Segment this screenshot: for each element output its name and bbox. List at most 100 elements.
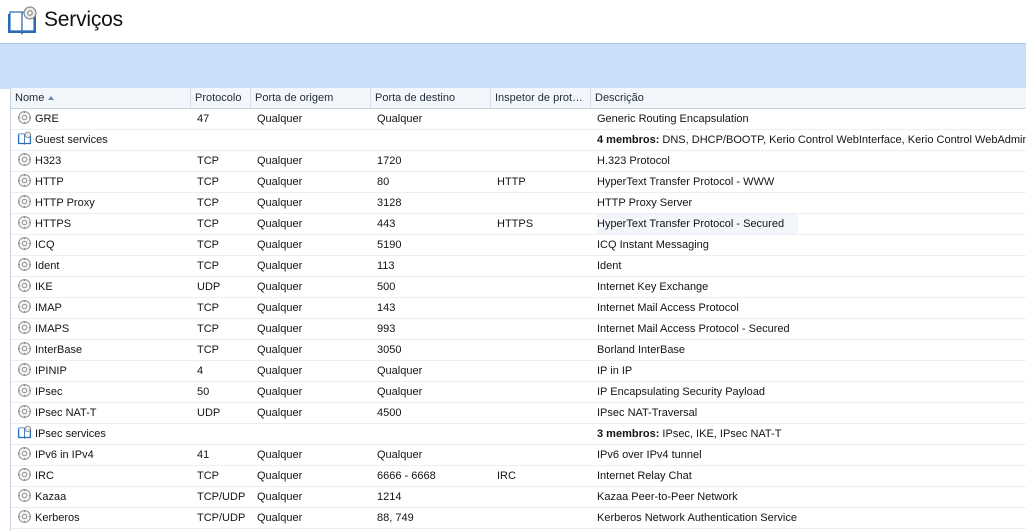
cell-name: H323 — [11, 151, 191, 171]
cell-inspector — [491, 361, 591, 381]
service-name: IPsec — [35, 386, 63, 398]
cell-protocol: TCP — [197, 302, 219, 314]
cell-dest-port: 500 — [377, 281, 396, 293]
cell-name: IPsec services — [11, 424, 191, 444]
table-row[interactable]: IPv6 in IPv4 41 Qualquer Qualquer IPv6 over … — [11, 445, 1026, 466]
cell-protocol: 47 — [197, 113, 210, 125]
cell-source-port: Qualquer — [257, 260, 303, 272]
cell-source-port: Qualquer — [257, 239, 303, 251]
table-row[interactable]: IMAP TCP Qualquer 143 Internet Mail Access P… — [11, 298, 1026, 319]
description-text: ICQ Instant Messaging — [597, 239, 709, 251]
services-table: Nome Protocolo Porta de origem Porta de … — [10, 88, 1026, 531]
table-row[interactable]: Kazaa TCP/UDP Qualquer 1214 Kazaa Peer-to-Pe… — [11, 487, 1026, 508]
table-row[interactable]: ICQ TCP Qualquer 5190 ICQ Instant Messaging — [11, 235, 1026, 256]
table-row[interactable]: IPsec 50 Qualquer Qualquer IP Encapsulating … — [11, 382, 1026, 403]
service-name: Kerberos — [35, 512, 80, 524]
table-row[interactable]: HTTP Proxy TCP Qualquer 3128 HTTP Proxy Serv… — [11, 193, 1026, 214]
table-row[interactable]: IPsec services 3 membros: IPsec, IKE, IPs… — [11, 424, 1026, 445]
description-text: IP Encapsulating Security Payload — [597, 386, 765, 398]
cell-description: IP Encapsulating Security Payload — [591, 382, 1026, 402]
service-gear-icon — [18, 510, 31, 523]
column-header-name[interactable]: Nome — [11, 88, 191, 108]
cell-inspector — [491, 277, 591, 297]
cell-inspector — [491, 193, 591, 213]
column-header-inspector[interactable]: Inspetor de prot… — [491, 88, 591, 108]
cell-description: Internet Mail Access Protocol - Secured — [591, 319, 1026, 339]
service-name: GRE — [35, 113, 59, 125]
column-header-description[interactable]: Descrição — [591, 88, 1026, 108]
column-header-source-port[interactable]: Porta de origem — [251, 88, 371, 108]
service-gear-icon — [18, 216, 31, 229]
table-row[interactable]: HTTPS TCP Qualquer 443 HTTPS HyperText Transf… — [11, 214, 1026, 235]
cell-dest-port: 1214 — [377, 491, 402, 503]
service-group-icon — [17, 131, 32, 146]
cell-dest-port: 443 — [377, 218, 396, 230]
members-count: 3 membros: — [597, 428, 660, 440]
members-count: 4 membros: — [597, 134, 660, 146]
page-title: Serviços — [44, 8, 123, 31]
service-gear-icon — [18, 447, 31, 460]
cell-description: HyperText Transfer Protocol - WWW — [591, 172, 1026, 192]
cell-dest-port: 6666 - 6668 — [377, 470, 436, 482]
cell-name: IRC — [11, 466, 191, 486]
column-header-protocol[interactable]: Protocolo — [191, 88, 251, 108]
cell-inspector — [491, 382, 591, 402]
table-row[interactable]: IRC TCP Qualquer 6666 - 6668 IRC Internet Rel… — [11, 466, 1026, 487]
cell-inspector — [491, 256, 591, 276]
table-row[interactable]: GRE 47 Qualquer Qualquer Generic Routing Enc… — [11, 109, 1026, 130]
table-row[interactable]: HTTP TCP Qualquer 80 HTTP HyperText Transfer … — [11, 172, 1026, 193]
description-text: HyperText Transfer Protocol - WWW — [597, 176, 775, 188]
service-gear-icon — [18, 195, 31, 208]
cell-inspector — [491, 403, 591, 423]
cell-name: InterBase — [11, 340, 191, 360]
service-gear-icon — [18, 111, 31, 124]
cell-protocol — [191, 130, 251, 150]
service-gear-icon — [18, 237, 31, 250]
cell-description: IP in IP — [591, 361, 1026, 381]
toolbar-area — [0, 43, 1026, 89]
cell-protocol: 4 — [197, 365, 204, 377]
service-name: IPsec services — [35, 428, 106, 440]
cell-description: 4 membros: DNS, DHCP/BOOTP, Kerio Contro… — [591, 130, 1026, 150]
cell-description: ICQ Instant Messaging — [591, 235, 1026, 255]
table-row[interactable]: IMAPS TCP Qualquer 993 Internet Mail Access … — [11, 319, 1026, 340]
table-row[interactable]: H323 TCP Qualquer 1720 H.323 Protocol — [11, 151, 1026, 172]
cell-dest-port: Qualquer — [377, 386, 423, 398]
cell-source-port: Qualquer — [257, 512, 303, 524]
cell-description: IPv6 over IPv4 tunnel — [591, 445, 1026, 465]
cell-description: Generic Routing Encapsulation — [591, 109, 1026, 129]
cell-protocol: TCP — [197, 218, 219, 230]
cell-dest-port: Qualquer — [377, 449, 423, 461]
service-gear-icon — [18, 384, 31, 397]
cell-dest-port: 1720 — [377, 155, 402, 167]
cell-source-port: Qualquer — [257, 491, 303, 503]
cell-dest-port: 88, 749 — [377, 512, 414, 524]
cell-source-port: Qualquer — [257, 113, 303, 125]
table-row[interactable]: Guest services 4 membros: DNS, DHCP/BOOTP… — [11, 130, 1026, 151]
cell-source-port — [251, 130, 371, 150]
cell-description: Ident — [591, 256, 1026, 276]
service-gear-icon — [18, 153, 31, 166]
description-text: DNS, DHCP/BOOTP, Kerio Control WebInterf… — [662, 134, 1026, 146]
table-row[interactable]: IKE UDP Qualquer 500 Internet Key Exchange — [11, 277, 1026, 298]
description-text: IPv6 over IPv4 tunnel — [597, 449, 702, 461]
column-header-dest-port[interactable]: Porta de destino — [371, 88, 491, 108]
cell-source-port: Qualquer — [257, 197, 303, 209]
cell-name: IPsec NAT-T — [11, 403, 191, 423]
cell-description: Borland InterBase — [591, 340, 1026, 360]
service-group-icon — [17, 425, 32, 440]
cell-inspector — [491, 109, 591, 129]
service-name: IRC — [35, 470, 54, 482]
table-row[interactable]: Ident TCP Qualquer 113 Ident — [11, 256, 1026, 277]
service-gear-icon — [18, 258, 31, 271]
cell-source-port: Qualquer — [257, 449, 303, 461]
description-text: H.323 Protocol — [597, 155, 670, 167]
table-row[interactable]: InterBase TCP Qualquer 3050 Borland InterBas… — [11, 340, 1026, 361]
table-row[interactable]: Kerberos TCP/UDP Qualquer 88, 749 Kerberos N… — [11, 508, 1026, 529]
service-gear-icon — [18, 279, 31, 292]
cell-source-port: Qualquer — [257, 407, 303, 419]
service-gear-icon — [18, 342, 31, 355]
table-row[interactable]: IPINIP 4 Qualquer Qualquer IP in IP — [11, 361, 1026, 382]
table-row[interactable]: IPsec NAT-T UDP Qualquer 4500 IPsec NAT-Trav… — [11, 403, 1026, 424]
service-name: HTTP Proxy — [35, 197, 95, 209]
